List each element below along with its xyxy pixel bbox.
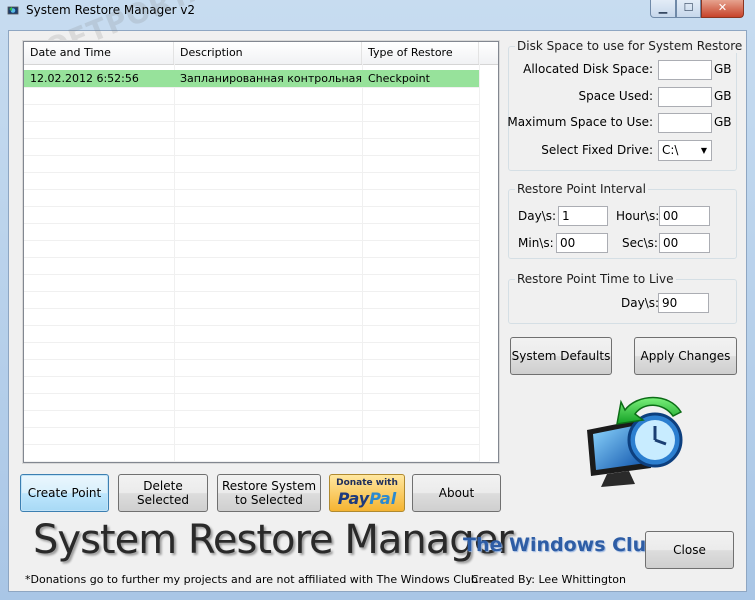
column-header-date[interactable]: Date and Time	[24, 42, 174, 64]
space-used-field[interactable]	[658, 87, 712, 107]
drive-select-value: C:\	[662, 143, 679, 157]
column-divider	[362, 64, 363, 462]
column-divider	[479, 64, 480, 462]
max-space-label: Maximum Space to Use:	[507, 115, 653, 129]
grid-line	[24, 274, 479, 275]
grid-line	[24, 104, 479, 105]
apply-changes-button[interactable]: Apply Changes	[634, 337, 737, 375]
grid-line	[24, 138, 479, 139]
restore-system-label-line1: Restore System	[221, 479, 317, 493]
row-date: 12.02.2012 6:52:56	[30, 72, 139, 85]
interval-secs-field[interactable]: 00	[659, 233, 710, 253]
interval-hours-label: Hour\s:	[616, 209, 660, 223]
grid-line	[24, 461, 479, 462]
app-icon	[7, 6, 19, 15]
paypal-donate-button[interactable]: Donate with PayPal	[329, 474, 405, 512]
grid-line	[24, 240, 479, 241]
grid-line	[24, 189, 479, 190]
drive-select[interactable]: C:\ ▼	[658, 140, 712, 161]
restore-system-button[interactable]: Restore System to Selected	[217, 474, 321, 512]
interval-days-label: Day\s:	[518, 209, 557, 223]
restore-interval-group: Restore Point Interval Day\s: 1 Hour\s: …	[508, 182, 737, 259]
column-header-type[interactable]: Type of Restore Point	[362, 42, 479, 81]
paypal-logo: PayPal	[337, 489, 397, 508]
disk-space-group: Disk Space to use for System Restore All…	[507, 39, 745, 171]
disk-space-group-title: Disk Space to use for System Restore	[515, 39, 745, 53]
grid-line	[24, 291, 479, 292]
max-space-field[interactable]	[658, 113, 712, 133]
ttl-days-label: Day\s:	[621, 296, 660, 310]
delete-selected-button[interactable]: Delete Selected	[118, 474, 208, 512]
grid-line	[24, 223, 479, 224]
grid-line	[24, 87, 479, 88]
used-unit: GB	[714, 89, 732, 103]
ttl-days-field[interactable]: 90	[658, 293, 709, 313]
grid-line	[24, 155, 479, 156]
maximize-button[interactable]: ☐	[676, 0, 701, 18]
interval-mins-label: Min\s:	[518, 236, 554, 250]
author-credit: Created By: Lee Whittington	[471, 573, 627, 586]
grid-line	[24, 257, 479, 258]
grid-line	[24, 325, 479, 326]
select-drive-label: Select Fixed Drive:	[541, 143, 653, 157]
close-window-button[interactable]: ✕	[701, 0, 744, 18]
time-to-live-group: Restore Point Time to Live Day\s: 90	[508, 272, 737, 324]
paypal-donate-text: Donate with	[336, 478, 398, 488]
minimize-button[interactable]: ▁	[650, 0, 676, 18]
column-header-description[interactable]: Description	[174, 42, 362, 64]
row-type: Checkpoint	[368, 72, 430, 85]
grid-line	[24, 359, 479, 360]
restore-interval-title: Restore Point Interval	[515, 182, 648, 196]
allocated-unit: GB	[714, 62, 732, 76]
time-to-live-title: Restore Point Time to Live	[515, 272, 676, 286]
grid-line	[24, 393, 479, 394]
max-unit: GB	[714, 115, 732, 129]
table-row[interactable]: 12.02.2012 6:52:56 Запланированная контр…	[24, 70, 479, 87]
donation-footnote: *Donations go to further my projects and…	[25, 573, 478, 586]
grid-line	[24, 444, 479, 445]
interval-secs-label: Sec\s:	[622, 236, 658, 250]
grid-line	[24, 342, 479, 343]
client-area: SOFTPORTAL Date and Time Description Typ…	[8, 0, 747, 592]
restore-monitor-icon	[587, 396, 683, 487]
restore-system-label-line2: to Selected	[235, 493, 303, 507]
windows-club-banner: The Windows Club	[463, 534, 660, 556]
space-used-label: Space Used:	[578, 89, 653, 103]
row-description: Запланированная контрольная т...	[180, 72, 362, 85]
delete-selected-label-line1: Delete	[143, 479, 183, 493]
list-header: Date and Time Description Type of Restor…	[24, 42, 498, 81]
grid-line	[24, 427, 479, 428]
delete-selected-label-line2: Selected	[136, 493, 190, 507]
column-divider	[174, 64, 175, 462]
grid-line	[24, 410, 479, 411]
app-title-banner: System Restore Manager	[33, 517, 514, 563]
grid-line	[24, 376, 479, 377]
restore-point-list[interactable]: Date and Time Description Type of Restor…	[22, 40, 500, 464]
system-defaults-button[interactable]: System Defaults	[510, 337, 612, 375]
grid-line	[24, 308, 479, 309]
interval-mins-field[interactable]: 00	[556, 233, 608, 253]
main-window: System Restore Manager v2 ▁ ☐ ✕ SOFTPORT…	[0, 0, 755, 600]
create-point-button[interactable]: Create Point	[20, 474, 109, 512]
close-button[interactable]: Close	[645, 531, 734, 569]
grid-line	[24, 121, 479, 122]
combo-arrow-icon: ▼	[700, 146, 707, 155]
allocated-disk-space-label: Allocated Disk Space:	[523, 62, 653, 76]
grid-line	[24, 172, 479, 173]
interval-days-field[interactable]: 1	[558, 206, 608, 226]
allocated-disk-space-field[interactable]	[658, 60, 712, 80]
interval-hours-field[interactable]: 00	[659, 206, 710, 226]
grid-line	[24, 206, 479, 207]
about-button[interactable]: About	[412, 474, 501, 512]
